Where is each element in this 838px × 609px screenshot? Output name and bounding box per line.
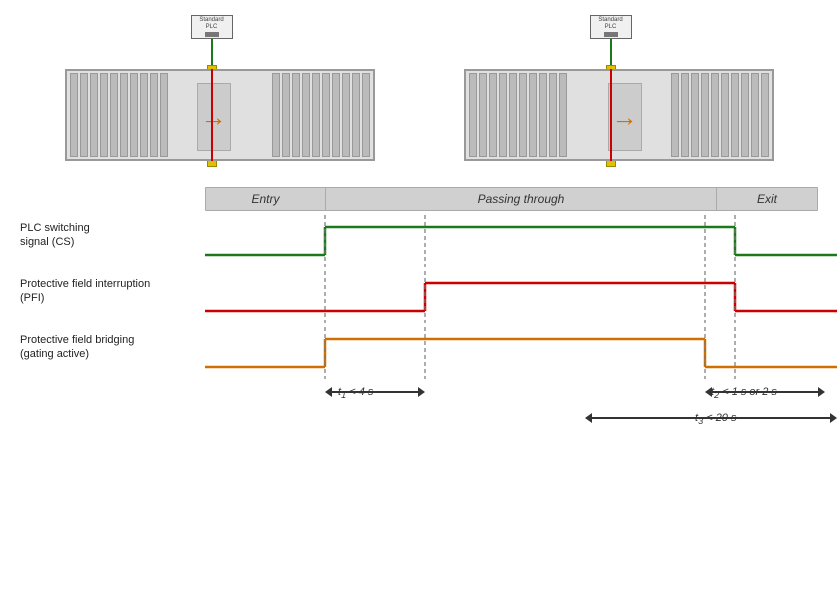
gating-label-text: Protective field bridging(gating active) (20, 334, 134, 360)
bars-right-right (642, 71, 772, 159)
gating-svg (205, 327, 837, 379)
arrow-box-right: → (608, 83, 642, 151)
plc-screen-left (205, 32, 219, 37)
red-line-left-diagram (211, 69, 213, 161)
plc-box-right: StandardPLC (590, 15, 632, 39)
phase-row: Entry Passing through Exit (20, 187, 818, 211)
cs-label: PLC switchingsignal (CS) (20, 215, 205, 250)
t1-arrow-right (418, 387, 425, 397)
plc-screen-right (604, 32, 618, 37)
diagrams-row: StandardPLC (20, 15, 818, 175)
timing-section: Entry Passing through Exit PLC switching… (20, 187, 818, 429)
main-container: StandardPLC (0, 0, 838, 609)
cs-svg (205, 215, 837, 267)
pfi-label-text: Protective field interruption(PFI) (20, 278, 150, 304)
time-annotation-1: t1 < 4 s t2 < 1 s or 2 s (205, 381, 818, 403)
arrow-box-left: → (197, 83, 231, 151)
bars-right-left (243, 71, 373, 159)
plc-label-left: StandardPLC (199, 17, 223, 30)
time-row-2: t3 < 20 s (20, 407, 818, 429)
arrow-icon-right: → (612, 102, 638, 133)
bars-left-left (67, 71, 197, 159)
bars-left-right (466, 71, 596, 159)
time-annotation-2: t3 < 20 s (205, 407, 818, 429)
red-line-right-diagram (610, 69, 612, 161)
t1-label: t1 < 4 s (338, 386, 373, 400)
right-diagram: StandardPLC (464, 15, 774, 175)
t3-label: t3 < 20 s (695, 412, 736, 426)
pfi-label: Protective field interruption(PFI) (20, 271, 205, 306)
curtain-frame-right: → (464, 69, 774, 161)
gating-label: Protective field bridging(gating active) (20, 327, 205, 362)
pfi-graph (205, 271, 837, 323)
cs-graph (205, 215, 837, 267)
phase-bar: Entry Passing through Exit (205, 187, 818, 211)
signal-row-gating: Protective field bridging(gating active) (20, 327, 818, 379)
left-diagram: StandardPLC (65, 15, 375, 175)
phase-passing: Passing through (326, 188, 717, 210)
signal-row-pfi: Protective field interruption(PFI) (20, 271, 818, 323)
curtain-frame-left: → (65, 69, 375, 161)
gating-graph (205, 327, 837, 379)
t3-arrow-left (585, 413, 592, 423)
arrow-icon-left: → (201, 102, 227, 133)
plc-label-right: StandardPLC (598, 17, 622, 30)
t2-label: t2 < 1 s or 2 s (711, 386, 777, 400)
pfi-svg (205, 271, 837, 323)
signal-row-cs: PLC switchingsignal (CS) (20, 215, 818, 267)
cs-label-text: PLC switchingsignal (CS) (20, 222, 90, 248)
t3-arrow-right (830, 413, 837, 423)
plc-box-left: StandardPLC (191, 15, 233, 39)
phase-exit: Exit (717, 188, 817, 210)
t2-arrow-right (818, 387, 825, 397)
phase-entry: Entry (206, 188, 326, 210)
t1-arrow-left (325, 387, 332, 397)
time-row-1: t1 < 4 s t2 < 1 s or 2 s (20, 381, 818, 403)
